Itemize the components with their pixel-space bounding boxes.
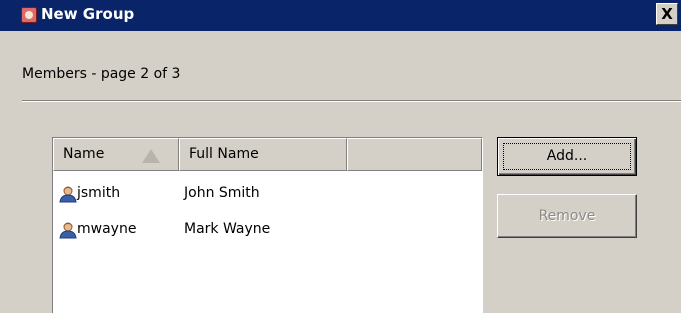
member-full-name: John Smith [184, 185, 260, 201]
window-title: New Group [41, 5, 135, 23]
user-icon [59, 186, 77, 203]
list-header: Name Full Name [53, 138, 482, 171]
member-full-name: Mark Wayne [184, 221, 271, 237]
add-button[interactable]: Add... [497, 137, 637, 176]
section-header: Members - page 2 of 3 [22, 66, 181, 82]
separator [22, 100, 681, 102]
list-item[interactable]: jsmith John Smith [53, 182, 482, 206]
title-bar[interactable]: New Group X [0, 0, 681, 31]
app-icon [21, 7, 37, 23]
members-list[interactable]: Name Full Name jsmith John Smith mwayne … [52, 137, 483, 313]
close-button[interactable]: X [656, 3, 678, 25]
column-header-empty[interactable] [347, 138, 482, 171]
remove-button[interactable]: Remove [497, 194, 637, 238]
column-header-name-label: Name [63, 146, 105, 162]
column-header-name[interactable]: Name [53, 138, 179, 171]
list-item[interactable]: mwayne Mark Wayne [53, 218, 482, 242]
focus-rectangle [503, 143, 631, 170]
sort-ascending-icon [142, 149, 160, 163]
column-header-full-name[interactable]: Full Name [179, 138, 347, 171]
member-login: jsmith [77, 185, 121, 201]
member-login: mwayne [77, 221, 137, 237]
user-icon [59, 222, 77, 239]
